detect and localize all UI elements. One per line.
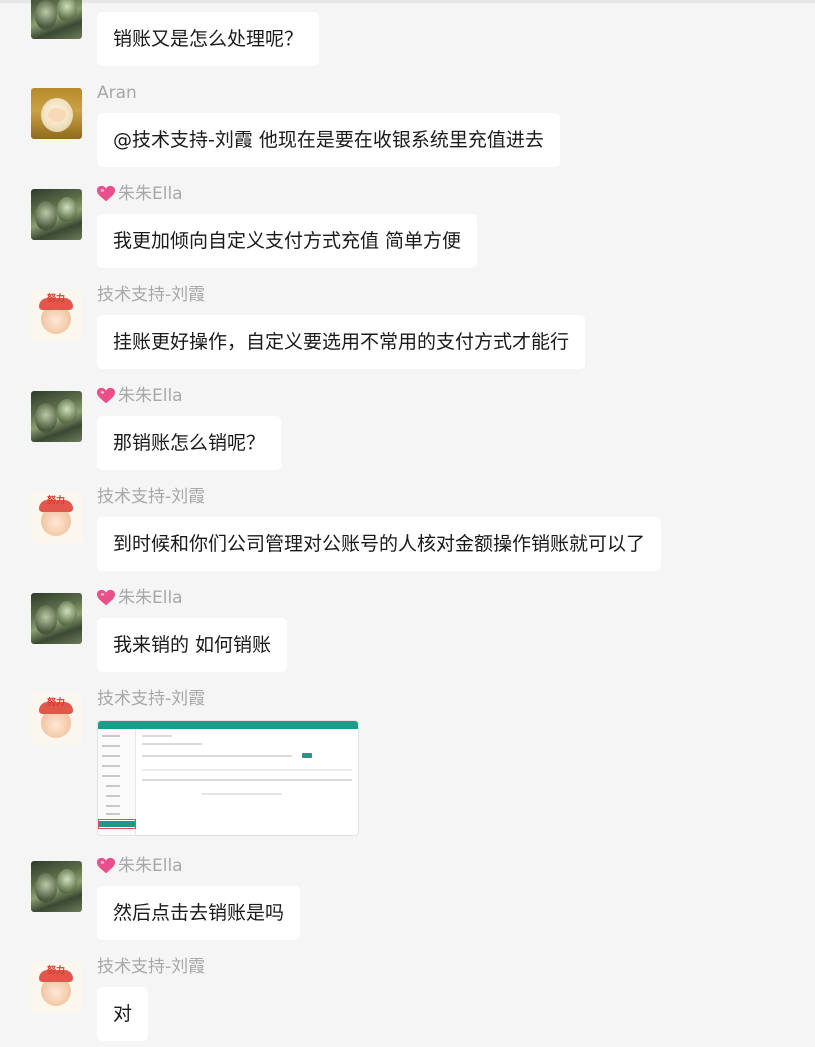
sender-name-text: 技术支持-刘霞 [97,957,206,977]
message-bubble: 那销账怎么销呢？ [97,416,282,470]
message-bubble: 我来销的 如何销账 [97,618,288,672]
chat-message: 朱朱Ella 然后点击去销账是吗 [31,855,791,945]
sender-name-text: 朱朱Ella [118,386,183,406]
message-bubble: 我更加倾向自定义支付方式充值 简单方便 [97,214,478,268]
message-bubble: 到时候和你们公司管理对公账号的人核对金额操作销账就可以了 [97,517,662,571]
sender-name: 朱朱Ella [97,385,183,407]
avatar[interactable] [31,88,82,139]
avatar-text: 努力 [47,698,66,708]
avatar[interactable]: 努力 [31,290,82,341]
avatar[interactable]: 努力 [31,492,82,543]
avatar[interactable] [31,189,82,240]
heart-icon [97,589,115,606]
sender-name: 技术支持-刘霞 [97,486,205,508]
chat-message: 努力 技术支持-刘霞 [31,688,791,848]
avatar-text: 努力 [47,496,66,506]
avatar[interactable]: 努力 [31,694,82,745]
heart-icon [97,387,115,404]
thumb-header [98,721,358,729]
message-bubble: @技术支持-刘霞 他现在是要在收银系统里充值进去 [97,113,560,167]
sender-name-text: 朱朱Ella [118,856,183,876]
chat-message: Aran @技术支持-刘霞 他现在是要在收银系统里充值进去 [31,82,791,172]
thumb-sidebar [98,729,136,835]
message-bubble: 对 [97,987,149,1041]
screenshot-image[interactable] [97,720,359,836]
sender-name: 朱朱Ella [97,183,183,205]
sender-name: 技术支持-刘霞 [97,688,205,710]
sender-name: 技术支持-刘霞 [97,956,205,978]
avatar[interactable]: 努力 [31,962,82,1013]
sender-name-text: 技术支持-刘霞 [97,487,206,507]
sender-name-text: Aran [97,83,137,103]
avatar-text: 努力 [47,294,66,304]
avatar[interactable] [31,861,82,912]
chat-message: 努力 技术支持-刘霞 对 [31,956,791,1046]
message-bubble: 销账又是怎么处理呢？ [97,12,320,66]
avatar[interactable] [31,0,82,39]
message-bubble: 然后点击去销账是吗 [97,886,301,940]
heart-icon [97,857,115,874]
sender-name-text: 朱朱Ella [118,588,183,608]
sender-name-text: 技术支持-刘霞 [97,689,206,709]
chat-message: 朱朱Ella 我更加倾向自定义支付方式充值 简单方便 [31,183,791,273]
chat-message: 努力 技术支持-刘霞 挂账更好操作，自定义要选用不常用的支付方式才能行 [31,284,791,374]
sender-name: 朱朱Ella [97,587,183,609]
sender-name: 技术支持-刘霞 [97,284,205,306]
chat-message: 努力 技术支持-刘霞 到时候和你们公司管理对公账号的人核对金额操作销账就可以了 [31,486,791,576]
heart-icon [97,185,115,202]
sender-name-text: 技术支持-刘霞 [97,285,206,305]
avatar[interactable] [31,593,82,644]
sender-name: Aran [97,82,137,104]
chat-message: 朱朱Ella 那销账怎么销呢？ [31,385,791,475]
avatar-text: 努力 [47,966,66,976]
chat-message: 朱朱Ella 我来销的 如何销账 [31,587,791,677]
avatar[interactable] [31,391,82,442]
sender-name: 朱朱Ella [97,855,183,877]
message-bubble: 挂账更好操作，自定义要选用不常用的支付方式才能行 [97,315,586,369]
chat-message: 销账又是怎么处理呢？ [31,0,791,70]
sender-name-text: 朱朱Ella [118,184,183,204]
